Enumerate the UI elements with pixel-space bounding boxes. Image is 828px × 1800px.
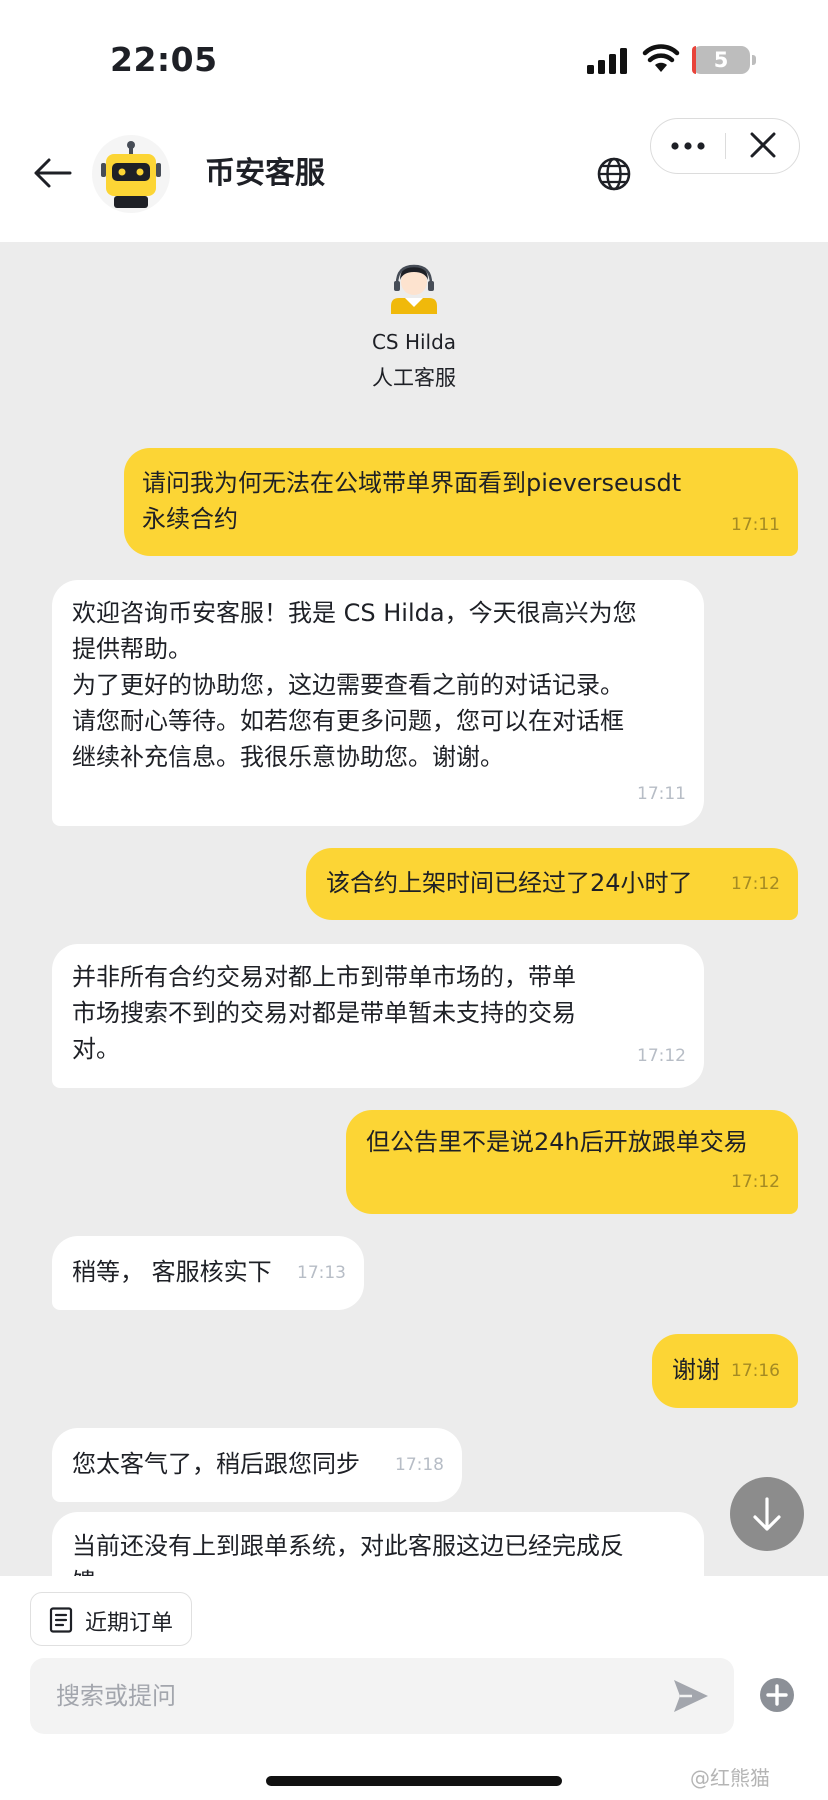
message-text: 该合约上架时间已经过了24小时了 <box>326 869 693 897</box>
message-bubble-agent[interactable]: 稍等， 客服核实下 17:13 <box>52 1236 364 1310</box>
message-input[interactable] <box>56 1658 636 1734</box>
wifi-icon <box>642 44 680 72</box>
close-icon[interactable] <box>727 119 799 172</box>
message-text: 您太客气了，稍后跟您同步 <box>72 1450 360 1478</box>
message-bubble-user[interactable]: 该合约上架时间已经过了24小时了 17:12 <box>306 848 798 920</box>
message-text: 欢迎咨询币安客服！我是 CS Hilda，今天很高兴为您 提供帮助。 为了更好的… <box>72 599 637 771</box>
arrow-down-icon <box>753 1497 781 1531</box>
message-bubble-user[interactable]: 请问我为何无法在公域带单界面看到pieverseusdt 永续合约 17:11 <box>124 448 798 556</box>
message-text: 并非所有合约交易对都上市到带单市场的，带单 市场搜索不到的交易对都是带单暂未支持… <box>72 963 576 1063</box>
message-time: 17:16 <box>731 1361 780 1381</box>
message-bubble-agent[interactable]: 您太客气了，稍后跟您同步 17:18 <box>52 1428 462 1502</box>
battery-cap <box>752 55 756 65</box>
message-time: 17:12 <box>637 1046 686 1066</box>
recent-orders-button[interactable]: 近期订单 <box>30 1592 192 1646</box>
agent-role: 人工客服 <box>372 366 456 390</box>
message-text: 请问我为何无法在公域带单界面看到pieverseusdt 永续合约 <box>142 469 682 533</box>
chat-area[interactable]: CS Hilda 人工客服 请问我为何无法在公域带单界面看到pieverseus… <box>0 242 828 1576</box>
document-icon <box>49 1607 73 1633</box>
message-text: 当前还没有上到跟单系统，对此客服这边已经完成反 馈。 <box>72 1532 624 1576</box>
home-indicator <box>266 1776 562 1786</box>
globe-icon[interactable] <box>594 154 634 194</box>
cellular-signal-icon <box>587 48 627 74</box>
message-bubble-agent[interactable]: 并非所有合约交易对都上市到带单市场的，带单 市场搜索不到的交易对都是带单暂未支持… <box>52 944 704 1088</box>
robot-icon <box>101 141 161 208</box>
recent-orders-label: 近期订单 <box>85 1611 174 1636</box>
message-time: 17:18 <box>395 1455 444 1475</box>
message-text: 但公告里不是说24h后开放跟单交易 <box>366 1128 748 1156</box>
message-bubble-agent[interactable]: 欢迎咨询币安客服！我是 CS Hilda，今天很高兴为您 提供帮助。 为了更好的… <box>52 580 704 826</box>
message-time: 17:13 <box>297 1263 346 1283</box>
capsule-divider <box>725 133 726 159</box>
chat-header: 币安客服 <box>0 110 828 242</box>
input-bar: 近期订单 @红熊猫 <box>0 1576 828 1800</box>
message-input-container <box>30 1658 734 1734</box>
message-text: 谢谢 <box>672 1356 720 1384</box>
agent-card: CS Hilda 人工客服 <box>0 260 828 390</box>
send-icon[interactable] <box>670 1676 712 1716</box>
message-time: 17:11 <box>637 784 686 804</box>
more-options-icon[interactable] <box>651 119 725 172</box>
miniapp-capsule <box>650 118 800 174</box>
back-arrow-icon[interactable] <box>30 150 76 196</box>
message-text: 稍等， 客服核实下 <box>72 1258 272 1286</box>
bot-avatar <box>92 135 170 213</box>
message-time: 17:11 <box>731 515 780 535</box>
status-bar: 22:05 5 <box>0 0 828 110</box>
message-bubble-user[interactable]: 谢谢 17:16 <box>652 1334 798 1408</box>
scroll-to-bottom-button[interactable] <box>730 1477 804 1551</box>
status-time: 22:05 <box>110 40 218 79</box>
agent-avatar-icon <box>391 264 437 314</box>
watermark-text: @红熊猫 <box>690 1766 770 1790</box>
battery-percent: 5 <box>713 48 729 72</box>
message-time: 17:12 <box>731 874 780 894</box>
message-bubble-agent[interactable]: 当前还没有上到跟单系统，对此客服这边已经完成反 馈。 <box>52 1512 704 1576</box>
battery-icon: 5 <box>692 46 750 74</box>
message-bubble-user[interactable]: 但公告里不是说24h后开放跟单交易 17:12 <box>346 1110 798 1214</box>
header-title: 币安客服 <box>205 156 325 191</box>
add-icon[interactable] <box>758 1676 796 1714</box>
agent-name: CS Hilda <box>371 330 457 354</box>
message-time: 17:12 <box>731 1172 780 1192</box>
